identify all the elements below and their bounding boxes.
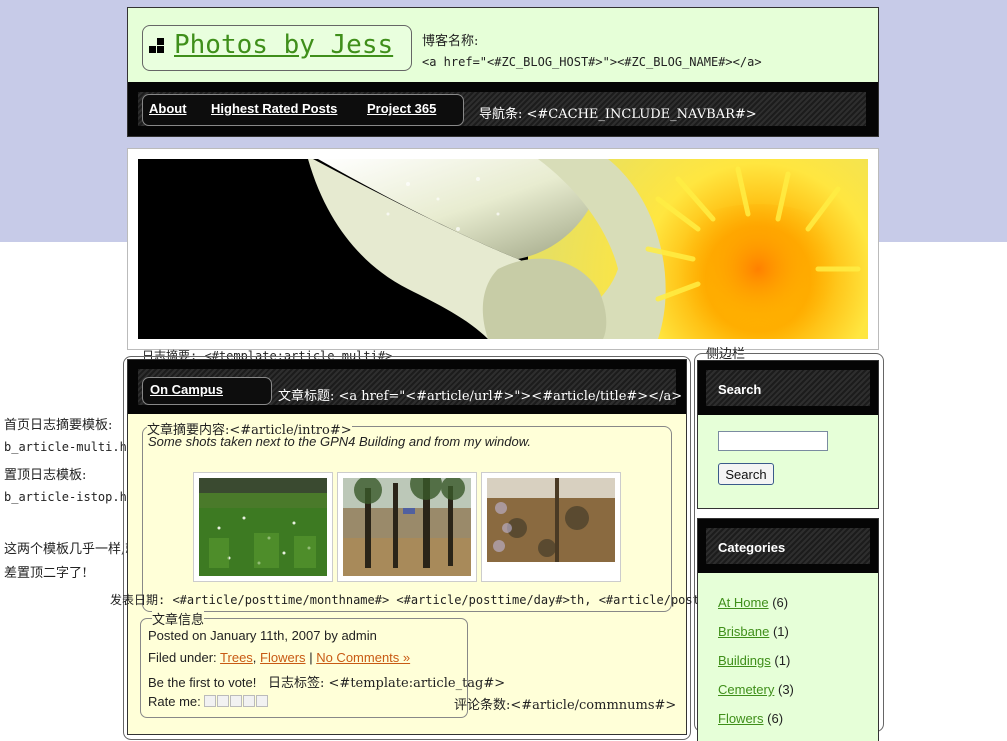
post-intro: Some shots taken next to the GPN4 Buildi… <box>148 434 531 449</box>
search-widget: Search Search <box>697 360 879 509</box>
navbar-annotation: 导航条: <#CACHE_INCLUDE_NAVBAR#> <box>479 107 757 122</box>
rating-star-3[interactable] <box>230 695 243 707</box>
categories-widget: Categories At Home (6) Brisbane (1) Buil… <box>697 518 879 741</box>
blog-name-label: 博客名称: <box>422 34 479 49</box>
comments-annotation: 评论条数:<#article/commnums#> <box>454 698 677 713</box>
tag-link-trees[interactable]: Trees <box>220 650 253 665</box>
blog-name-code: <a href="<#ZC_BLOG_HOST#>"><#ZC_BLOG_NAM… <box>422 55 762 69</box>
category-link-flowers[interactable]: Flowers <box>718 711 764 726</box>
search-input[interactable] <box>718 431 828 451</box>
rate-label: Rate me: <box>148 694 201 709</box>
categories-widget-header: Categories <box>698 519 878 573</box>
header-image-frame <box>127 148 879 350</box>
flower-banner-image <box>138 159 868 339</box>
header-image <box>138 159 868 339</box>
photo-grass <box>199 478 327 576</box>
category-link-brisbane[interactable]: Brisbane <box>718 624 769 639</box>
category-count: (6) <box>772 595 789 610</box>
category-item: Buildings (1) <box>718 653 790 668</box>
rating-star-4[interactable] <box>243 695 256 707</box>
photo-thumb-2[interactable] <box>337 472 477 582</box>
category-link-buildings[interactable]: Buildings <box>718 653 771 668</box>
photo-thumb-3[interactable] <box>481 472 621 582</box>
category-item: Brisbane (1) <box>718 624 789 639</box>
post: On Campus 文章标题: <a href="<#article/url#>… <box>127 359 687 735</box>
post-title-link[interactable]: On Campus <box>150 382 223 397</box>
nav-item-highest-rated[interactable]: Highest Rated Posts <box>211 101 337 116</box>
nav-item-project-365[interactable]: Project 365 <box>367 101 436 116</box>
vote-text: Be the first to vote! <box>148 675 257 690</box>
category-count: (3) <box>777 682 794 697</box>
rating-star-2[interactable] <box>217 695 230 707</box>
search-button[interactable]: Search <box>718 463 774 485</box>
tag-link-flowers[interactable]: Flowers <box>260 650 306 665</box>
article-info-annotation: 文章信息 <box>152 609 205 628</box>
post-filed-under: Filed under: Trees, Flowers | No Comment… <box>148 650 410 665</box>
logo-box[interactable]: Photos by Jess <box>142 25 412 71</box>
tags-annotation: 日志标签: <#template:article_tag#> <box>268 676 506 691</box>
photo-thumb-1[interactable] <box>193 472 333 582</box>
rating-stars <box>204 694 269 709</box>
left-note-1: 首页日志摘要模板: <box>4 418 113 433</box>
categories-widget-title: Categories <box>718 540 786 555</box>
category-count: (1) <box>774 653 791 668</box>
post-title-pill: On Campus <box>142 377 272 405</box>
category-count: (6) <box>767 711 784 726</box>
category-link-cemetery[interactable]: Cemetery <box>718 682 774 697</box>
category-item: At Home (6) <box>718 595 788 610</box>
nav-item-about[interactable]: About <box>149 101 187 116</box>
category-item: Cemetery (3) <box>718 682 794 697</box>
photo-window-view <box>487 478 615 562</box>
rating-line: Rate me: <box>148 694 269 709</box>
comments-link[interactable]: No Comments » <box>316 650 410 665</box>
left-note-5: 这两个模板几乎一样,就 <box>4 542 139 557</box>
search-widget-title: Search <box>718 382 762 397</box>
left-note-3: 置顶日志模板: <box>4 468 87 483</box>
nav-menu: About Highest Rated Posts Project 365 <box>142 94 464 126</box>
rating-star-1[interactable] <box>204 695 217 707</box>
title-annotation: 文章标题: <a href="<#article/url#>"><#articl… <box>278 389 683 404</box>
tag-separator: , <box>252 650 257 665</box>
site-header: Photos by Jess 博客名称: <a href="<#ZC_BLOG_… <box>127 7 879 82</box>
site-title-link[interactable]: Photos by Jess <box>174 30 393 60</box>
photo-trees <box>343 478 471 576</box>
category-count: (1) <box>772 624 789 639</box>
category-item: Flowers (6) <box>718 711 783 726</box>
search-widget-header: Search <box>698 361 878 415</box>
post-header: On Campus 文章标题: <a href="<#article/url#>… <box>128 360 686 414</box>
left-note-6: 差置顶二字了! <box>4 566 88 581</box>
vote-line: Be the first to vote! 日志标签: <#template:a… <box>148 672 505 691</box>
navbar: About Highest Rated Posts Project 365 导航… <box>127 82 879 137</box>
filed-under-label: Filed under: <box>148 650 217 665</box>
rating-star-5[interactable] <box>256 695 269 707</box>
category-link-at-home[interactable]: At Home <box>718 595 769 610</box>
meta-divider: | <box>309 650 313 665</box>
post-byline: Posted on January 11th, 2007 by admin <box>148 628 377 643</box>
post-date-annotation: 发表日期: <#article/posttime/monthname#> <#a… <box>110 593 780 607</box>
logo-squares-icon <box>149 38 165 54</box>
